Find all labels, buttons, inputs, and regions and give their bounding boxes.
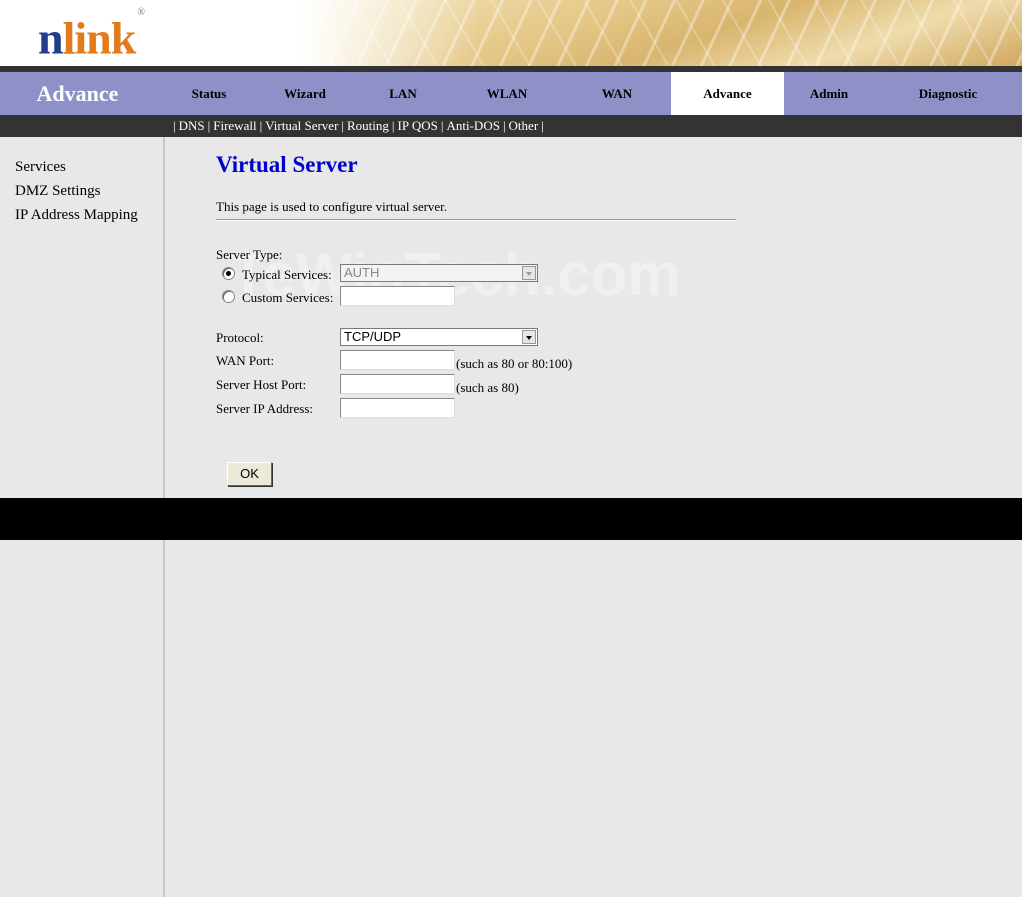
nlink-logo: nlink ® [38, 7, 145, 64]
chevron-down-icon[interactable] [522, 330, 536, 344]
subtab-firewall[interactable]: Firewall [213, 118, 256, 133]
wan-port-input[interactable] [340, 350, 455, 370]
tab-wizard[interactable]: Wizard [260, 72, 350, 115]
sub-separator: | [259, 118, 263, 133]
sub-separator: | [391, 118, 395, 133]
chevron-down-icon[interactable] [522, 266, 536, 280]
sub-separator: | [173, 118, 176, 133]
tab-lan[interactable]: LAN [358, 72, 448, 115]
sidebar-item-services[interactable]: Services [15, 159, 66, 176]
main-nav: Advance Status Wizard LAN WLAN WAN Advan… [0, 72, 1022, 115]
protocol-value: TCP/UDP [344, 329, 402, 344]
subtab-ip-qos[interactable]: IP QOS [398, 118, 438, 133]
page-title: Virtual Server [216, 152, 358, 177]
ok-button[interactable]: OK [227, 462, 272, 486]
page-description: This page is used to configure virtual s… [216, 199, 448, 214]
black-bar [0, 498, 1022, 540]
tab-wlan[interactable]: WLAN [462, 72, 552, 115]
section-title: Advance [36, 81, 119, 106]
server-host-port-hint: (such as 80) [456, 380, 519, 395]
sub-separator: | [207, 118, 211, 133]
subtab-routing[interactable]: Routing [347, 118, 389, 133]
custom-services-input[interactable] [340, 286, 455, 306]
server-ip-input[interactable] [340, 398, 455, 418]
registered-mark: ® [137, 7, 145, 18]
subtab-other[interactable]: Other [509, 118, 539, 133]
custom-services-radio[interactable] [222, 290, 235, 303]
tab-admin[interactable]: Admin [784, 72, 874, 115]
sidebar-item-dmz-settings[interactable]: DMZ Settings [15, 183, 100, 200]
typical-services-select[interactable]: AUTH [340, 264, 538, 282]
tab-diagnostic[interactable]: Diagnostic [893, 72, 1003, 115]
header-banner: nlink ® [0, 0, 1022, 70]
server-type-label: Server Type: [216, 247, 283, 262]
tab-wan[interactable]: WAN [572, 72, 662, 115]
sub-separator: | [502, 118, 506, 133]
typical-services-label: Typical Services: [242, 267, 332, 282]
sub-nav: | DNS | Firewall | Virtual Server | Routing | IP … [0, 115, 1022, 137]
logo-n: n [38, 12, 64, 64]
protocol-select[interactable]: TCP/UDP [340, 328, 538, 346]
tab-status[interactable]: Status [165, 72, 253, 115]
sub-separator: | [541, 118, 544, 133]
server-host-port-label: Server Host Port: [216, 377, 307, 392]
typical-services-radio[interactable] [222, 267, 235, 280]
sub-separator: | [341, 118, 345, 133]
subtab-anti-dos[interactable]: Anti-DOS [446, 118, 499, 133]
circuit-banner-image [300, 0, 1022, 70]
wan-port-label: WAN Port: [216, 353, 275, 368]
subtab-dns[interactable]: DNS [179, 118, 205, 133]
protocol-label: Protocol: [216, 330, 264, 345]
tab-advance[interactable]: Advance [671, 72, 784, 115]
typical-services-value: AUTH [344, 265, 380, 280]
server-ip-label: Server IP Address: [216, 401, 314, 416]
subtab-virtual-server[interactable]: Virtual Server [265, 118, 338, 133]
sidebar-item-ip-address-mapping[interactable]: IP Address Mapping [15, 207, 138, 224]
server-host-port-input[interactable] [340, 374, 455, 394]
custom-services-label: Custom Services: [242, 290, 334, 305]
logo-link: link [62, 12, 137, 64]
wan-port-hint: (such as 80 or 80:100) [456, 356, 573, 371]
divider [216, 219, 736, 221]
